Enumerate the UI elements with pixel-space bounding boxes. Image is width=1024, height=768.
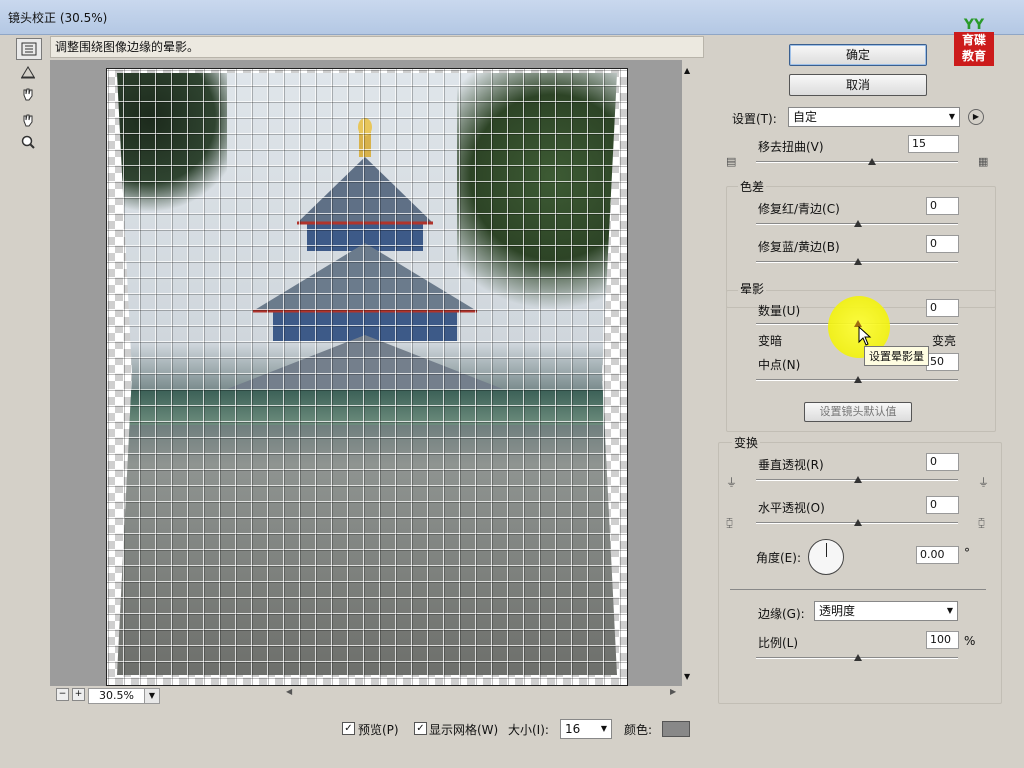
vertical-perspective-input[interactable]: 0: [926, 453, 959, 471]
vignette-midpoint-thumb[interactable]: [854, 376, 862, 383]
mouse-pointer-icon: [858, 326, 872, 346]
grid-color-swatch[interactable]: [662, 721, 690, 737]
grid-size-value: 16: [565, 722, 581, 736]
vignette-darken-label: 变暗: [758, 334, 783, 348]
remove-distortion-thumb[interactable]: [868, 158, 877, 165]
show-grid-label: 显示网格(W): [429, 723, 499, 737]
horizontal-perspective-max-icon: ⧮: [978, 516, 986, 529]
preview-label: 预览(P): [358, 723, 399, 737]
vertical-scrollbar[interactable]: ▲ ▼: [682, 60, 694, 686]
red-cyan-label: 修复红/青边(C): [758, 202, 840, 216]
angle-unit: °: [964, 546, 970, 560]
edge-value: 透明度: [819, 604, 856, 618]
ok-button[interactable]: 确定: [789, 44, 927, 66]
preview-canvas[interactable]: [50, 60, 682, 686]
vignette-midpoint-input[interactable]: 50: [926, 353, 959, 371]
chromatic-title: 色差: [738, 178, 767, 195]
blue-yellow-label: 修复蓝/黄边(B): [758, 240, 840, 254]
show-grid-checkbox[interactable]: ✓: [414, 722, 427, 735]
scroll-down-icon[interactable]: ▼: [684, 672, 690, 681]
horizontal-perspective-label: 水平透视(O): [758, 501, 825, 515]
scale-unit: %: [964, 634, 976, 648]
vignette-amount-label: 数量(U): [758, 304, 801, 318]
horizontal-perspective-min-icon: ⧮: [726, 516, 734, 529]
angle-input[interactable]: 0.00: [916, 546, 959, 564]
remove-distortion-input[interactable]: 15: [908, 135, 959, 153]
remove-distortion-tool-icon[interactable]: [16, 38, 42, 60]
edge-select[interactable]: 透明度 ▼: [814, 601, 958, 621]
red-cyan-input[interactable]: 0: [926, 197, 959, 215]
grid-size-label: 大小(I):: [508, 723, 549, 737]
hint-bar: 调整围绕图像边缘的晕影。: [50, 36, 704, 58]
vertical-perspective-label: 垂直透视(R): [758, 458, 824, 472]
vignette-tooltip: 设置晕影量: [864, 346, 929, 366]
remove-distortion-track[interactable]: [756, 161, 958, 163]
scroll-up-icon[interactable]: ▲: [684, 66, 690, 75]
title-bar: 镜头校正 (30.5%): [0, 0, 1024, 35]
logo-mark: YY: [963, 17, 985, 33]
blue-yellow-input[interactable]: 0: [926, 235, 959, 253]
grid-color-label: 颜色:: [624, 723, 653, 737]
hand-tool-icon[interactable]: [16, 110, 40, 130]
barrel-icon: ▦: [978, 155, 989, 168]
vignette-midpoint-label: 中点(N): [758, 358, 801, 372]
zoom-in-button[interactable]: +: [72, 688, 85, 701]
set-lens-defaults-button[interactable]: 设置镜头默认值: [804, 402, 912, 422]
zoom-out-button[interactable]: −: [56, 688, 69, 701]
pincushion-icon: ▤: [726, 155, 737, 168]
vertical-perspective-min-icon: ⏚: [726, 476, 737, 489]
preview-image[interactable]: [106, 68, 628, 686]
zoom-dropdown-icon[interactable]: ▼: [144, 688, 160, 704]
vertical-perspective-thumb[interactable]: [854, 476, 862, 483]
settings-select[interactable]: 自定 ▼: [788, 107, 960, 127]
move-grid-tool-icon[interactable]: [16, 84, 40, 104]
remove-distortion-label: 移去扭曲(V): [758, 140, 824, 154]
divider: [730, 589, 986, 590]
settings-panel: 确定 取消 设置(T): 自定 ▼ ▶ 移去扭曲(V) 15 ▤ ▦ 色差 修复…: [700, 34, 1024, 768]
chevron-down-icon: ▼: [600, 724, 607, 733]
straighten-tool-icon[interactable]: [16, 62, 40, 82]
zoom-tool-icon[interactable]: [16, 132, 40, 152]
red-cyan-thumb[interactable]: [854, 220, 862, 227]
edge-label: 边缘(G):: [758, 607, 805, 621]
grid-overlay-shadow: [107, 69, 627, 685]
scale-thumb[interactable]: [854, 654, 862, 661]
settings-label: 设置(T):: [732, 112, 777, 126]
blue-yellow-thumb[interactable]: [854, 258, 862, 265]
horizontal-perspective-input[interactable]: 0: [926, 496, 959, 514]
scroll-right-icon[interactable]: ▶: [670, 687, 676, 696]
scale-label: 比例(L): [758, 636, 799, 650]
settings-menu-icon[interactable]: ▶: [968, 109, 984, 125]
cancel-button[interactable]: 取消: [789, 74, 927, 96]
vignette-amount-input[interactable]: 0: [926, 299, 959, 317]
vertical-perspective-max-icon: ⏚: [978, 476, 989, 489]
horizontal-perspective-thumb[interactable]: [854, 519, 862, 526]
window-title: 镜头校正 (30.5%): [8, 11, 108, 25]
transform-title: 变换: [732, 434, 761, 451]
angle-needle: [826, 543, 827, 557]
chevron-down-icon: ▼: [946, 606, 953, 615]
chevron-down-icon: ▼: [948, 112, 955, 121]
settings-value: 自定: [793, 110, 818, 124]
angle-label: 角度(E):: [756, 551, 801, 565]
scale-input[interactable]: 100: [926, 631, 959, 649]
vignette-title: 晕影: [738, 280, 767, 297]
vignette-lighten-label: 变亮: [932, 334, 957, 348]
angle-dial[interactable]: [808, 539, 844, 575]
scroll-left-icon[interactable]: ◀: [286, 687, 292, 696]
preview-checkbox[interactable]: ✓: [342, 722, 355, 735]
grid-size-select[interactable]: 16 ▼: [560, 719, 612, 739]
